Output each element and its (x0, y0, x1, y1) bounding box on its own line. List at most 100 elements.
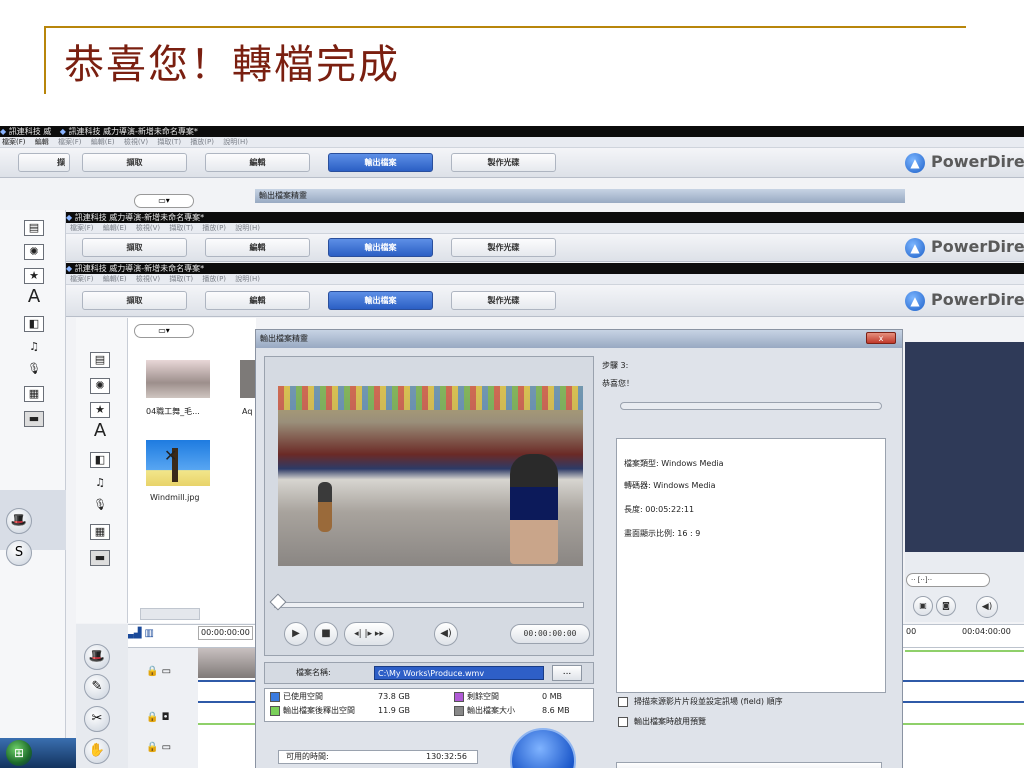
tab-disc-front[interactable]: 製作光碟 (451, 291, 556, 310)
audio-icon-back[interactable]: ♫ (24, 340, 44, 356)
track-line-right-green (905, 650, 1024, 652)
time-label: 可用的時間: (286, 752, 329, 761)
magic-motion-icon-back[interactable]: S (6, 540, 32, 566)
menu-edit-back-left[interactable]: 編輯 (35, 138, 49, 146)
tab-edit-back2[interactable]: 編輯 (205, 238, 310, 257)
menu-view-back2[interactable]: 檢視(V) (136, 224, 160, 232)
tab-capture-front[interactable]: 擷取 (82, 291, 187, 310)
tab-capture[interactable]: 擷取 (82, 153, 187, 172)
subtitle-icon-back[interactable]: ▬ (24, 411, 44, 427)
tab-edit-front[interactable]: 編輯 (205, 291, 310, 310)
transition-icon-back[interactable]: ◧ (24, 316, 44, 332)
tab-produce-front[interactable]: 輸出檔案 (328, 291, 433, 310)
menu-file-back2[interactable]: 檔案(F) (70, 224, 94, 232)
tab-produce[interactable]: 輸出檔案 (328, 153, 433, 172)
menu-edit-back2[interactable]: 編輯(E) (103, 224, 127, 232)
logo-icon-front: ▲ (905, 290, 925, 311)
subtitle-icon[interactable]: ▬ (90, 550, 110, 566)
menu-capture-back2[interactable]: 擷取(T) (169, 224, 193, 232)
tab-disc-back2[interactable]: 製作光碟 (451, 238, 556, 257)
voice-icon[interactable]: 🎙 (90, 498, 110, 514)
volume-icon[interactable]: ◀) (434, 622, 458, 646)
scrubber-right[interactable]: ·· [··]·· (906, 573, 990, 587)
menu-help[interactable]: 說明(H) (223, 138, 248, 146)
tab-edit[interactable]: 編輯 (205, 153, 310, 172)
title-rule-horizontal (44, 26, 966, 28)
tab-disc[interactable]: 製作光碟 (451, 153, 556, 172)
menu-edit[interactable]: 編輯(E) (91, 138, 115, 146)
preview-button-right-1[interactable]: ▣ (913, 596, 933, 616)
timeline-ruler-icons[interactable]: ▃▟ ▥ (126, 628, 192, 642)
audio-icon[interactable]: ♫ (90, 476, 110, 492)
title-icon[interactable]: A (90, 422, 110, 440)
chapter-icon[interactable]: ▦ (90, 524, 110, 540)
menubar-back2: 檔案(F) 編輯(E) 檢視(V) 擷取(T) 播放(P) 說明(H) (66, 223, 1024, 234)
magic-wand-icon-back[interactable]: 🎩 (6, 508, 32, 534)
snapshot-icon-right[interactable]: ◙ (936, 596, 956, 616)
tab-capture-back2[interactable]: 擷取 (82, 238, 187, 257)
track-video-lock[interactable]: 🔒 ▭ (146, 666, 171, 678)
tab-capture-back-far[interactable]: 擷 (18, 153, 70, 172)
clip-thumbnail-2[interactable]: ✕ (146, 440, 210, 486)
menu-play-back2[interactable]: 播放(P) (202, 224, 226, 232)
track-effect-lock[interactable]: 🔒 ◘ (146, 712, 170, 724)
volume-icon-right[interactable]: ◀) (976, 596, 998, 618)
menu-play-front[interactable]: 播放(P) (202, 275, 226, 283)
browse-button[interactable]: ... (552, 665, 582, 681)
clip-thumbnail-3[interactable] (240, 360, 256, 398)
split-icon[interactable]: ✂ (84, 706, 110, 732)
folder-dropdown-back1[interactable]: ▭▾ (134, 194, 194, 208)
menu-view[interactable]: 檢視(V) (124, 138, 148, 146)
preview-checkbox[interactable] (618, 717, 628, 727)
timeline-time-0: 00:00:00:00 (198, 626, 253, 640)
filename-input[interactable]: C:\My Works\Produce.wmv (374, 666, 544, 680)
after-space-value: 11.9 GB (378, 706, 411, 715)
prev-frame-button[interactable]: ◂| |▸ ▸▸ (344, 622, 394, 646)
used-space-label: 已使用空間 (270, 691, 323, 703)
menu-play[interactable]: 播放(P) (190, 138, 214, 146)
filename-label: 檔案名稱: (296, 668, 331, 677)
scan-field-checkbox[interactable] (618, 697, 628, 707)
menu-capture[interactable]: 擷取(T) (157, 138, 181, 146)
chapter-icon-back[interactable]: ▦ (24, 386, 44, 402)
menu-capture-front[interactable]: 擷取(T) (169, 275, 193, 283)
clapper-icon[interactable]: ▤ (90, 352, 110, 368)
voice-icon-back[interactable]: 🎙 (24, 362, 44, 378)
clip-thumbnail-1[interactable] (146, 360, 210, 398)
powerdirector-logo: ▲ PowerDire (905, 152, 1024, 173)
free-space-value: 0 MB (542, 692, 563, 701)
clapper-icon-back[interactable]: ▤ (24, 220, 44, 236)
windows-start-icon[interactable]: ⊞ (6, 740, 32, 766)
magic-wand-icon[interactable]: 🎩 (84, 644, 110, 670)
library-action-button[interactable] (140, 608, 200, 620)
menu-edit-front[interactable]: 編輯(E) (103, 275, 127, 283)
close-button[interactable]: x (866, 332, 896, 344)
pip-icon[interactable]: ★ (90, 402, 110, 418)
track-pip-lock[interactable]: 🔒 ▭ (146, 742, 171, 754)
logo-icon: ▲ (905, 152, 925, 173)
menu-file[interactable]: 檔案(F) (58, 138, 82, 146)
start-button[interactable] (510, 728, 576, 768)
preview-option-label: 輸出檔案時啟用預覽 (634, 717, 706, 726)
fix-icon[interactable]: ✎ (84, 674, 110, 700)
timeline-clip[interactable] (198, 648, 258, 678)
effect-icon[interactable]: ✺ (90, 378, 110, 394)
menu-file-front[interactable]: 檔案(F) (70, 275, 94, 283)
progress-slider[interactable] (274, 602, 584, 608)
title-icon-back[interactable]: A (24, 288, 44, 306)
menu-help-front[interactable]: 說明(H) (235, 275, 260, 283)
effect-icon-back[interactable]: ✺ (24, 244, 44, 260)
hand-icon[interactable]: ✋ (84, 738, 110, 764)
tab-produce-back2[interactable]: 輸出檔案 (328, 238, 433, 257)
play-button[interactable]: ▶ (284, 622, 308, 646)
dancer-figure-2 (318, 482, 332, 532)
menu-file-back-left[interactable]: 檔案(F) (2, 138, 26, 146)
pip-icon-back[interactable]: ★ (24, 268, 44, 284)
folder-dropdown[interactable]: ▭▾ (134, 324, 194, 338)
dialog-footer-button[interactable] (616, 762, 882, 768)
menu-help-back2[interactable]: 說明(H) (235, 224, 260, 232)
stop-button[interactable]: ■ (314, 622, 338, 646)
transition-icon[interactable]: ◧ (90, 452, 110, 468)
after-space-text: 輸出檔案後釋出空間 (283, 706, 355, 715)
menu-view-front[interactable]: 檢視(V) (136, 275, 160, 283)
